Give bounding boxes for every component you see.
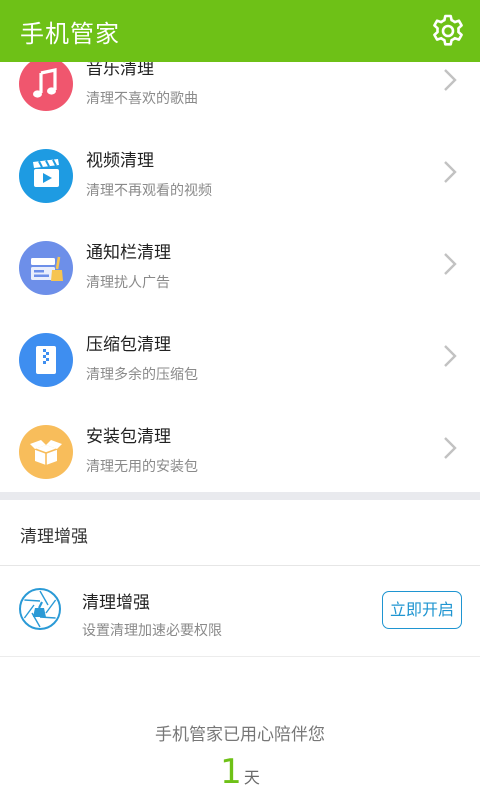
section-title: 清理增强: [20, 527, 88, 547]
list-item-zip-clean[interactable]: 压缩包清理 清理多余的压缩包: [0, 310, 480, 403]
aperture-broom-icon: [19, 588, 61, 630]
item-name: 安装包清理: [86, 427, 171, 447]
days-counter: 1天: [0, 752, 480, 792]
notification-broom-icon: [19, 241, 73, 295]
video-clapper-icon: [19, 149, 73, 203]
item-desc: 清理扰人广告: [86, 275, 170, 291]
enhance-title: 清理增强: [82, 593, 150, 613]
app-title: 手机管家: [20, 20, 120, 48]
package-box-icon: [19, 425, 73, 479]
item-name: 视频清理: [86, 151, 154, 171]
list-item-video-clean[interactable]: 视频清理 清理不再观看的视频: [0, 126, 480, 219]
enhance-desc: 设置清理加速必要权限: [82, 623, 222, 639]
enable-now-button[interactable]: 立即开启: [382, 591, 462, 629]
music-note-icon: [19, 57, 73, 111]
item-name: 通知栏清理: [86, 243, 171, 263]
chevron-right-icon: [444, 69, 457, 91]
item-desc: 清理多余的压缩包: [86, 367, 198, 383]
item-desc: 清理不再观看的视频: [86, 183, 212, 199]
chevron-right-icon: [444, 345, 457, 367]
chevron-right-icon: [444, 161, 457, 183]
item-desc: 清理不喜欢的歌曲: [86, 91, 198, 107]
chevron-right-icon: [444, 437, 457, 459]
enhance-row: 清理增强 设置清理加速必要权限 立即开启: [0, 566, 480, 657]
item-desc: 清理无用的安装包: [86, 459, 198, 475]
section-divider: [0, 492, 480, 500]
list-item-notification-clean[interactable]: 通知栏清理 清理扰人广告: [0, 218, 480, 311]
list-item-apk-clean[interactable]: 安装包清理 清理无用的安装包: [0, 402, 480, 494]
chevron-right-icon: [444, 253, 457, 275]
item-name: 压缩包清理: [86, 335, 171, 355]
companion-message: 手机管家已用心陪伴您: [155, 725, 325, 745]
gear-icon[interactable]: [430, 13, 466, 49]
days-unit: 天: [243, 768, 260, 787]
zip-file-icon: [19, 333, 73, 387]
days-value: 1: [220, 752, 242, 792]
app-header: 手机管家: [0, 0, 480, 62]
